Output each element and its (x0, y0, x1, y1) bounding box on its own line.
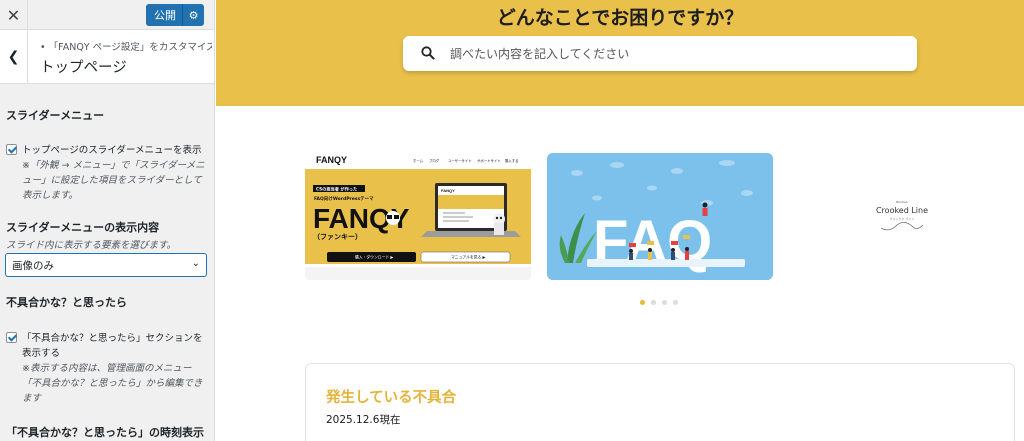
hero-title: どんなことでお困りですか？ (496, 7, 744, 29)
publish-button[interactable]: 公開 ⚙ (146, 4, 204, 26)
slider-content-desc: スライド内に表示する要素を選びます。 (6, 240, 177, 251)
search-icon (421, 46, 435, 60)
section-title: トップページ (40, 60, 127, 76)
section-header: ❮ • 「FANQY ページ設定」をカスタマイズ中 トップページ (0, 30, 214, 84)
back-button[interactable]: ❮ (0, 30, 28, 84)
banner-nav-2: ユーザーサイト (448, 158, 472, 163)
slider-content-heading: スライダーメニューの表示内容 (6, 221, 160, 234)
trouble-checkbox-label: 「不具合かな？と思ったら」セクションを表示する (22, 333, 203, 359)
crooked-line-logo: Blodian Crooked Line クルックド ライン (876, 200, 928, 231)
banner-brand: FANQY (316, 155, 347, 165)
customizer-header: ✕ 公開 ⚙ (0, 0, 214, 30)
breadcrumb-text: 「FANQY ページ設定」をカスタマイズ中 (48, 42, 212, 53)
slider-dot[interactable] (651, 300, 656, 305)
issue-title: 発生している不具合 (326, 390, 457, 406)
slide-faq[interactable]: FAQ (547, 153, 773, 280)
trouble-checkbox[interactable] (6, 332, 17, 343)
banner-nav-0: ホーム (413, 158, 424, 163)
trouble-heading: 不具合かな？と思ったら (6, 296, 127, 309)
crooked-sub: クルックド ライン (890, 216, 915, 221)
banner-kana: （ファンキー） (313, 233, 362, 241)
slider-content-select[interactable]: 画像のみ ⌄ (5, 253, 207, 277)
banner-tagline-2: FAQ向けWordPressテーマ (314, 195, 374, 202)
search-box[interactable] (403, 36, 917, 71)
close-icon: ✕ (6, 5, 21, 25)
banner-nav-1: ブログ (429, 158, 440, 163)
breadcrumb: • 「FANQY ページ設定」をカスタマイズ中 (40, 39, 212, 53)
crooked-small: Blodian (896, 200, 907, 204)
issue-card: 発生している不具合 2025.12.6現在 (305, 363, 1015, 441)
slider-dot[interactable] (640, 300, 645, 305)
banner-btn-2: マニュアルを見る ▶ (451, 255, 485, 260)
site-preview: どんなことでお困りですか？ FANQY ホーム ブログ ユーザーサイト サポート… (216, 0, 1024, 441)
issue-date: 2025.12.6現在 (326, 414, 401, 426)
gear-icon[interactable]: ⚙ (183, 9, 204, 22)
slider-note: ※「外観 → メニュー」で「スライダーメニュー」に設定した項目をスライダーとして… (22, 160, 205, 201)
slider-checkbox-label: トップページのスライダーメニューを表示 (22, 145, 202, 156)
slide-crooked-line[interactable]: Blodian Crooked Line クルックド ライン (789, 153, 1015, 280)
slider-checkbox-row: トップページのスライダーメニューを表示 ※「外観 → メニュー」で「スライダーメ… (6, 143, 208, 203)
trouble-time-heading: 「不具合かな？と思ったら」の時刻表示 (6, 426, 204, 439)
close-button[interactable]: ✕ (0, 0, 28, 30)
banner-tagline-1: CSの担当者 が作った (316, 186, 357, 193)
slider-dot[interactable] (662, 300, 667, 305)
slider-heading: スライダーメニュー (6, 109, 105, 122)
chevron-down-icon: ⌄ (191, 258, 200, 269)
crooked-name: Crooked Line (876, 206, 928, 215)
banner-nav-4: 購入する (505, 158, 519, 163)
select-value: 画像のみ (12, 260, 54, 272)
search-input[interactable] (450, 36, 890, 71)
banner-nav-3: サポートサイト (477, 158, 501, 163)
slide-fanqy[interactable]: FANQY ホーム ブログ ユーザーサイト サポートサイト 購入する CSの担当… (305, 153, 531, 280)
banner-btn-1: 購入・ダウンロード ▶ (355, 255, 393, 260)
slider-dot[interactable] (673, 300, 678, 305)
fanqy-banner: FANQY ホーム ブログ ユーザーサイト サポートサイト 購入する CSの担当… (305, 153, 531, 280)
mock-logo: FANQY (441, 188, 455, 193)
customizer-sidebar: ✕ 公開 ⚙ ❮ • 「FANQY ページ設定」をカスタマイズ中 トップページ … (0, 0, 215, 441)
slider-checkbox[interactable] (6, 144, 17, 155)
chevron-left-icon: ❮ (7, 49, 20, 65)
hero-section: どんなことでお困りですか？ (216, 0, 1024, 106)
trouble-note: ※表示する内容は、管理画面のメニュー「不具合かな？と思ったら」から編集できます (22, 363, 203, 404)
trouble-checkbox-row: 「不具合かな？と思ったら」セクションを表示する ※表示する内容は、管理画面のメニ… (6, 331, 208, 406)
publish-label: 公開 (154, 9, 176, 22)
faq-illustration: FAQ (547, 153, 773, 280)
